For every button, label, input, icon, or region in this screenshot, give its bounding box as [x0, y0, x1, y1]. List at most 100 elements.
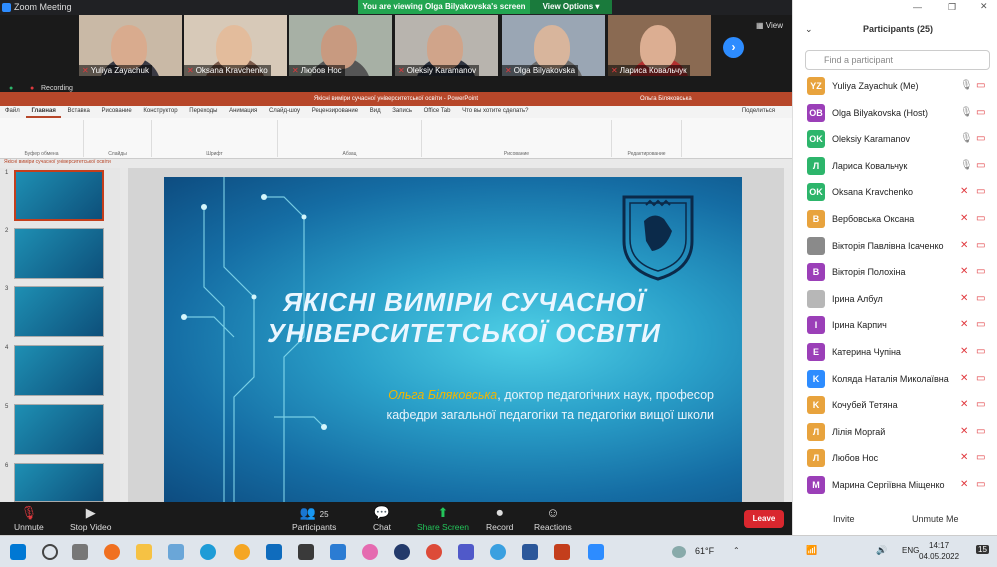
tab-design[interactable]: Конструктор	[138, 106, 182, 116]
tab-office-tab[interactable]: Office Tab	[419, 106, 456, 116]
clock[interactable]: 14:17 04.05.2022	[919, 540, 959, 562]
close-icon[interactable]: ✕	[980, 1, 988, 12]
tab-insert[interactable]: Вставка	[63, 106, 95, 116]
mic-status-icon: ✕	[960, 425, 969, 437]
participant-row[interactable]: Л Лілія Моргай ✕ ▭	[793, 419, 997, 445]
search-icon[interactable]	[42, 544, 58, 560]
leave-button[interactable]: Leave	[744, 510, 784, 528]
tab-home[interactable]: Главная	[26, 106, 61, 118]
chat-button[interactable]: 💬 Chat	[373, 505, 391, 532]
current-slide[interactable]: ЯКІСНІ ВИМІРИ СУЧАСНОЇ УНІВЕРСИТЕТСЬКОЇ …	[164, 177, 742, 502]
chrome-icon[interactable]	[426, 544, 442, 560]
app-icon[interactable]	[330, 544, 346, 560]
slide-thumbnail[interactable]	[14, 345, 104, 396]
slide-thumbnail[interactable]	[14, 228, 104, 279]
video-tile[interactable]: ✕ Любов Нос	[289, 15, 392, 76]
tab-view[interactable]: Вид	[365, 106, 386, 116]
avatar: I	[807, 316, 825, 335]
participant-row[interactable]: K Кочубей Тетяна ✕ ▭	[793, 392, 997, 418]
unmute-me-button[interactable]: Unmute Me	[912, 514, 959, 524]
participant-row[interactable]: В Вербовська Оксана ✕ ▭	[793, 206, 997, 232]
app-icon[interactable]	[394, 544, 410, 560]
ppt-ribbon-tabs: Файл Главная Вставка Рисование Конструкт…	[0, 106, 792, 118]
participants-icon: 👥 25	[299, 505, 329, 520]
share-button[interactable]: Поделиться	[737, 106, 780, 116]
slide-thumbnail[interactable]	[14, 404, 104, 455]
participant-row[interactable]: OK Oksana Kravchenko ✕ ▭	[793, 179, 997, 205]
stop-video-button[interactable]: ▶ Stop Video	[70, 505, 111, 532]
firefox-icon[interactable]	[104, 544, 120, 560]
participant-row[interactable]: OK Oleksiy Karamanov 🎙 ▭	[793, 126, 997, 152]
app-icon[interactable]	[490, 544, 506, 560]
windows-start-icon[interactable]	[10, 544, 26, 560]
video-tile[interactable]: ✕ Oksana Kravchenko	[184, 15, 287, 76]
avatar	[807, 236, 825, 255]
chevron-up-icon[interactable]: ⌃	[733, 546, 740, 555]
participant-row[interactable]: Л Любов Нос ✕ ▭	[793, 445, 997, 471]
slide-thumbnail[interactable]	[14, 463, 104, 502]
video-tile[interactable]: ✕ Yuliya Zayachuk	[79, 15, 182, 76]
video-tile[interactable]: ✕ Oleksiy Karamanov	[395, 15, 498, 76]
minimize-icon[interactable]: —	[913, 2, 922, 12]
app-icon[interactable]	[298, 544, 314, 560]
tab-transitions[interactable]: Переходы	[184, 106, 222, 116]
tab-record[interactable]: Запись	[387, 106, 417, 116]
tab-file[interactable]: Файл	[0, 106, 25, 116]
maximize-icon[interactable]: ❐	[948, 2, 956, 13]
word-icon[interactable]	[522, 544, 538, 560]
invite-button[interactable]: Invite	[833, 514, 855, 524]
temperature[interactable]: 61°F	[695, 546, 714, 556]
chat-icon: 💬	[373, 505, 391, 520]
participant-row[interactable]: YZ Yuliya Zayachuk (Me) 🎙 ▭	[793, 73, 997, 99]
ppt-user-name: Ольга Біляковська	[640, 96, 692, 102]
reactions-button[interactable]: ☺ Reactions	[534, 505, 572, 532]
volume-icon[interactable]: 🔊	[876, 545, 887, 556]
participant-row[interactable]: В Вікторія Полохіна ✕ ▭	[793, 259, 997, 285]
slide-thumbnail[interactable]	[14, 286, 104, 337]
next-page-arrow-icon[interactable]: ›	[723, 37, 744, 58]
app-icon[interactable]	[168, 544, 184, 560]
participant-row[interactable]: Л Лариса Ковальчук 🎙 ▭	[793, 153, 997, 179]
zoom-icon[interactable]	[588, 544, 604, 560]
teams-icon[interactable]	[458, 544, 474, 560]
participant-row[interactable]: K Коляда Наталія Миколаївна ✕ ▭	[793, 366, 997, 392]
participant-row[interactable]: Вікторія Павлівна Ісаченко ✕ ▭	[793, 233, 997, 259]
task-view-icon[interactable]	[72, 544, 88, 560]
unmute-button[interactable]: 🎙 Unmute	[14, 505, 44, 532]
notification-badge[interactable]: 15	[976, 545, 989, 554]
participant-row[interactable]: I Ірина Карпич ✕ ▭	[793, 312, 997, 338]
tell-me-search[interactable]: Что вы хотите сделать?	[457, 106, 533, 116]
app-icon[interactable]	[234, 544, 250, 560]
tab-slideshow[interactable]: Слайд-шоу	[264, 106, 305, 116]
participant-row[interactable]: M Марина Сергіївна Міщенко ✕ ▭	[793, 472, 997, 498]
view-button[interactable]: ▦ View	[756, 21, 783, 30]
participants-panel: — ❐ ✕ ⌄ Participants (25) Find a partici…	[792, 0, 997, 535]
video-tile[interactable]: ✕ Olga Bilyakovska	[502, 15, 605, 76]
app-icon[interactable]	[362, 544, 378, 560]
language-indicator[interactable]: ENG	[902, 546, 919, 555]
tile-name: Лариса Ковальчук	[619, 66, 687, 75]
tab-draw[interactable]: Рисование	[97, 106, 137, 116]
edge-icon[interactable]	[200, 544, 216, 560]
tab-review[interactable]: Рецензирование	[307, 106, 363, 116]
view-options-button[interactable]: View Options ▾	[530, 0, 612, 14]
participant-row[interactable]: OB Olga Bilyakovska (Host) 🎙 ▭	[793, 100, 997, 126]
video-tile[interactable]: ✕ Лариса Ковальчук	[608, 15, 711, 76]
participants-button[interactable]: 👥 25 Participants	[292, 505, 336, 532]
slide-thumbnail[interactable]	[14, 170, 104, 221]
find-participant-input[interactable]: Find a participant	[805, 50, 990, 70]
file-explorer-icon[interactable]	[136, 544, 152, 560]
document-tab[interactable]: Якісні виміри сучасної університетської …	[0, 159, 792, 168]
share-screen-button[interactable]: ⬆ Share Screen	[417, 505, 469, 532]
collapse-chevron-icon[interactable]: ⌄	[805, 24, 813, 35]
shared-powerpoint-window: Якісні виміри сучасної університетської …	[0, 92, 792, 502]
avatar: K	[807, 396, 825, 415]
participant-row[interactable]: Ірина Албул ✕ ▭	[793, 286, 997, 312]
record-button[interactable]: ⏺ Record	[486, 505, 513, 532]
powerpoint-icon[interactable]	[554, 544, 570, 560]
network-icon[interactable]: 📶	[806, 545, 817, 556]
outlook-icon[interactable]	[266, 544, 282, 560]
participant-row[interactable]: E Катерина Чупіна ✕ ▭	[793, 339, 997, 365]
tile-name: Yuliya Zayachuk	[90, 66, 149, 75]
tab-animations[interactable]: Анимация	[224, 106, 262, 116]
